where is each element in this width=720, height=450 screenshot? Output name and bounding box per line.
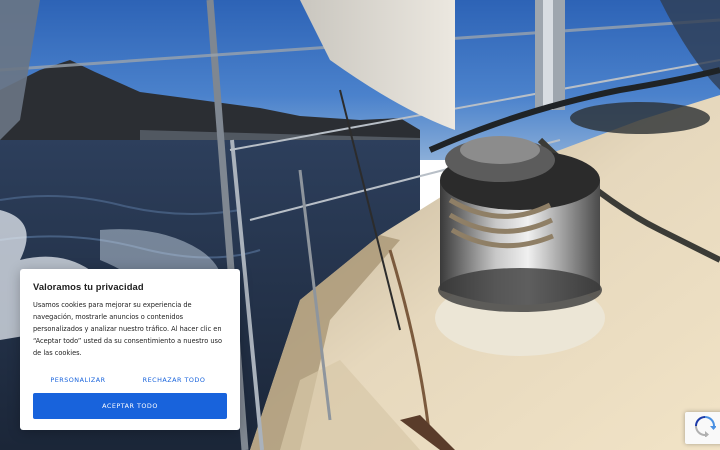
- cookie-secondary-actions: PERSONALIZAR RECHAZAR TODO: [33, 372, 227, 388]
- cookie-banner-title: Valoramos tu privacidad: [33, 281, 144, 292]
- cookie-consent-banner: Valoramos tu privacidad Usamos cookies p…: [20, 269, 240, 430]
- cookie-banner-description: Usamos cookies para mejorar su experienc…: [33, 301, 222, 357]
- recaptcha-icon: [694, 415, 717, 442]
- customize-button[interactable]: PERSONALIZAR: [33, 372, 123, 388]
- recaptcha-badge[interactable]: [685, 412, 720, 444]
- accept-all-button[interactable]: ACEPTAR TODO: [33, 393, 227, 419]
- reject-all-button[interactable]: RECHAZAR TODO: [129, 372, 219, 388]
